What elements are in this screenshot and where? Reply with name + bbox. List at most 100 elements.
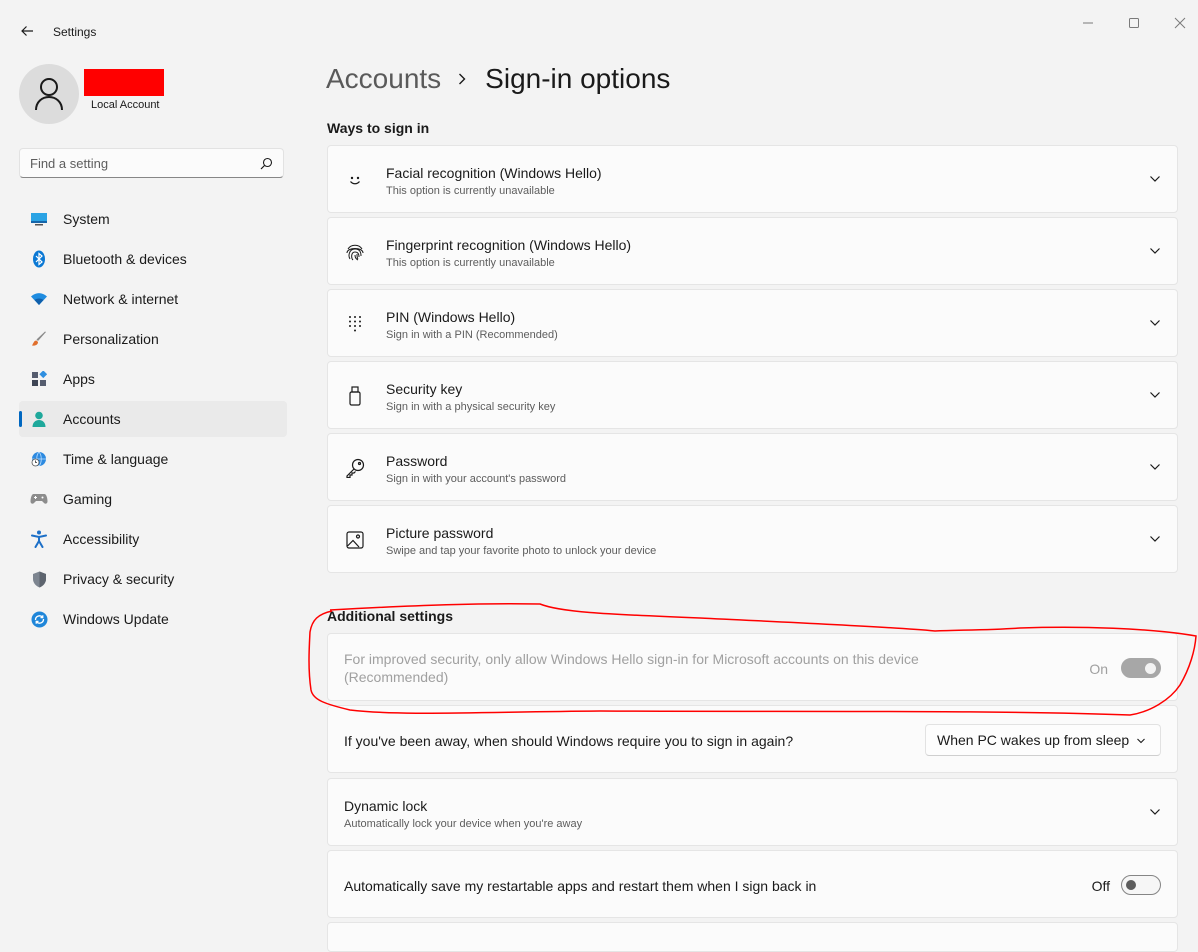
sidebar-item-label: Accessibility — [63, 531, 140, 547]
chevron-right-icon — [457, 72, 467, 86]
update-icon — [30, 610, 48, 628]
accessibility-icon — [30, 530, 48, 548]
signin-option-security-key[interactable]: Security key Sign in with a physical sec… — [327, 361, 1178, 429]
option-subtitle: Automatically lock your device when you'… — [344, 818, 583, 830]
wifi-icon — [30, 290, 48, 308]
chevron-down-icon[interactable] — [1149, 533, 1161, 545]
minimize-icon — [1083, 22, 1093, 24]
chevron-down-icon[interactable] — [1149, 461, 1161, 473]
key-icon — [344, 457, 366, 479]
sidebar-item-apps[interactable]: Apps — [19, 361, 287, 397]
page-title: Sign-in options — [485, 63, 671, 94]
sidebar-item-label: Network & internet — [63, 291, 179, 307]
signin-option-picture-password[interactable]: Picture password Swipe and tap your favo… — [327, 505, 1178, 573]
chevron-down-icon[interactable] — [1149, 173, 1161, 185]
sidebar-item-label: Personalization — [63, 331, 159, 347]
signin-option-fingerprint[interactable]: Fingerprint recognition (Windows Hello) … — [327, 217, 1178, 285]
picture-icon — [344, 529, 366, 551]
breadcrumb-parent[interactable]: Accounts — [326, 63, 441, 95]
bluetooth-icon — [30, 250, 48, 268]
sidebar-item-label: Bluetooth & devices — [63, 251, 187, 267]
next-setting-card[interactable] — [327, 922, 1178, 952]
restart-apps-state: Off — [1091, 878, 1110, 894]
option-title: Picture password — [386, 525, 494, 541]
back-arrow-icon — [21, 26, 33, 36]
apps-icon — [30, 370, 48, 388]
globe-clock-icon — [30, 450, 48, 468]
restart-apps-label: Automatically save my restartable apps a… — [344, 878, 817, 894]
maximize-button[interactable] — [1123, 12, 1145, 34]
maximize-icon — [1129, 18, 1139, 28]
option-title: Fingerprint recognition (Windows Hello) — [386, 237, 632, 253]
option-subtitle: This option is currently unavailable — [386, 185, 555, 197]
redacted-username — [84, 69, 164, 96]
chevron-down-icon[interactable] — [1149, 245, 1161, 257]
hello-only-toggle[interactable] — [1121, 658, 1161, 678]
require-signin-setting: If you've been away, when should Windows… — [327, 705, 1178, 773]
sidebar-item-windows-update[interactable]: Windows Update — [19, 601, 287, 637]
sidebar-item-label: Apps — [63, 371, 95, 387]
face-icon — [344, 169, 366, 191]
dynamic-lock-setting[interactable]: Dynamic lock Automatically lock your dev… — [327, 778, 1178, 846]
person-avatar-icon — [35, 78, 63, 111]
monitor-icon — [30, 210, 48, 228]
search-icon[interactable] — [260, 157, 273, 170]
person-icon — [30, 410, 48, 428]
title-bar: Settings — [0, 0, 1198, 60]
option-title: Facial recognition (Windows Hello) — [386, 165, 602, 181]
require-signin-dropdown[interactable]: When PC wakes up from sleep — [925, 724, 1161, 756]
restart-apps-setting: Automatically save my restartable apps a… — [327, 850, 1178, 918]
keypad-icon — [344, 313, 366, 335]
minimize-button[interactable] — [1077, 12, 1099, 34]
usb-key-icon — [344, 385, 366, 407]
require-signin-label: If you've been away, when should Windows… — [344, 733, 794, 749]
hello-only-setting: For improved security, only allow Window… — [327, 633, 1178, 701]
sidebar-item-system[interactable]: System — [19, 201, 287, 237]
sidebar-item-accessibility[interactable]: Accessibility — [19, 521, 287, 557]
sidebar-nav: System Bluetooth & devices Network & int… — [19, 201, 287, 641]
sidebar-item-label: Accounts — [63, 411, 121, 427]
option-title: PIN (Windows Hello) — [386, 309, 516, 325]
search-input[interactable] — [20, 149, 260, 177]
gamepad-icon — [30, 490, 48, 508]
sidebar-item-label: Privacy & security — [63, 571, 175, 587]
fingerprint-icon — [344, 241, 366, 263]
option-subtitle: Swipe and tap your favorite photo to unl… — [386, 545, 657, 557]
dropdown-value: When PC wakes up from sleep — [937, 732, 1130, 748]
chevron-down-icon — [1137, 738, 1145, 744]
avatar[interactable] — [19, 64, 79, 124]
option-title: Dynamic lock — [344, 798, 428, 814]
chevron-down-icon[interactable] — [1149, 317, 1161, 329]
sidebar-item-label: System — [63, 211, 110, 227]
back-button[interactable] — [16, 20, 38, 42]
signin-option-facial[interactable]: Facial recognition (Windows Hello) This … — [327, 145, 1178, 213]
signin-option-password[interactable]: Password Sign in with your account's pas… — [327, 433, 1178, 501]
option-title: Password — [386, 453, 448, 469]
sidebar-item-time-language[interactable]: Time & language — [19, 441, 287, 477]
restart-apps-toggle[interactable] — [1121, 875, 1161, 895]
search-box — [19, 148, 284, 178]
sidebar-item-personalization[interactable]: Personalization — [19, 321, 287, 357]
sidebar-item-privacy-security[interactable]: Privacy & security — [19, 561, 287, 597]
chevron-down-icon[interactable] — [1149, 806, 1161, 818]
option-subtitle: Sign in with a PIN (Recommended) — [386, 329, 558, 341]
section-heading-ways: Ways to sign in — [327, 120, 430, 136]
breadcrumb: Accounts Sign-in options — [326, 63, 670, 95]
sidebar-item-label: Windows Update — [63, 611, 169, 627]
hello-only-label: For improved security, only allow Window… — [344, 651, 919, 685]
shield-icon — [30, 570, 48, 588]
sidebar-item-accounts[interactable]: Accounts — [19, 401, 287, 437]
sidebar-item-gaming[interactable]: Gaming — [19, 481, 287, 517]
signin-option-pin[interactable]: PIN (Windows Hello) Sign in with a PIN (… — [327, 289, 1178, 357]
app-title: Settings — [53, 25, 97, 39]
sidebar-item-network[interactable]: Network & internet — [19, 281, 287, 317]
sidebar-item-bluetooth[interactable]: Bluetooth & devices — [19, 241, 287, 277]
chevron-down-icon[interactable] — [1149, 389, 1161, 401]
option-subtitle: Sign in with your account's password — [386, 473, 567, 485]
close-button[interactable] — [1169, 12, 1191, 34]
option-subtitle: This option is currently unavailable — [386, 257, 555, 269]
account-type: Local Account — [91, 99, 160, 111]
option-subtitle: Sign in with a physical security key — [386, 401, 556, 413]
section-heading-additional: Additional settings — [327, 608, 453, 624]
close-icon — [1174, 17, 1186, 29]
